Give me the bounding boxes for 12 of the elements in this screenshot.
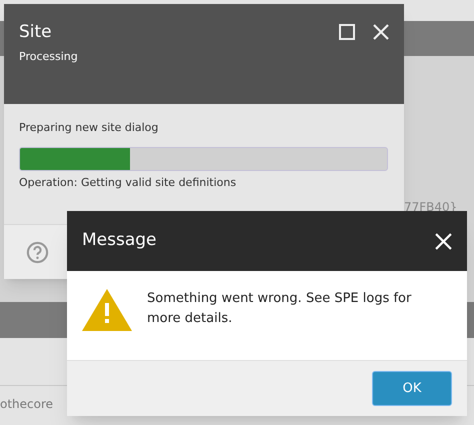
row-text: othecore	[0, 396, 54, 413]
maximize-icon[interactable]	[339, 24, 355, 40]
dialog-title: Site	[19, 24, 53, 41]
close-icon[interactable]	[373, 24, 389, 40]
status-text: Preparing new site dialog	[19, 120, 160, 136]
dialog-subtitle: Processing	[19, 49, 79, 65]
operation-text: Operation: Getting valid site definitions	[19, 174, 238, 190]
message-text: Something went wrong. See SPE logs for more details.	[147, 290, 412, 328]
warning-icon	[82, 289, 132, 331]
message-title: Message	[82, 229, 157, 252]
item-id-text: 77FB40}	[404, 199, 458, 216]
ok-button[interactable]: OK	[372, 371, 452, 406]
